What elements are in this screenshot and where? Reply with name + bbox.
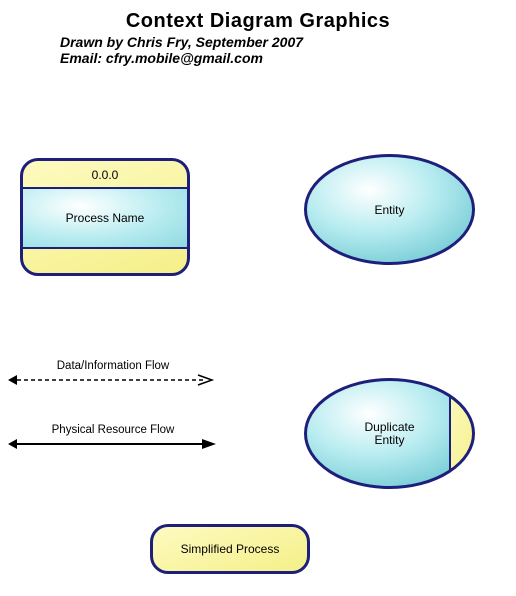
data-flow: Data/Information Flow xyxy=(8,360,218,387)
entity-shape: Entity xyxy=(302,152,477,267)
process-shape: 0.0.0 Process Name xyxy=(20,158,190,276)
entity-label: Entity xyxy=(374,203,404,217)
duplicate-entity-shape: Duplicate Entity xyxy=(302,376,477,491)
page-title: Context Diagram Graphics xyxy=(0,10,516,33)
physical-flow-arrow xyxy=(8,437,218,451)
duplicate-entity-label-2: Entity xyxy=(374,433,404,447)
duplicate-entity-label-1: Duplicate xyxy=(364,419,414,433)
duplicate-entity-label: Duplicate Entity xyxy=(364,420,414,446)
process-name: Process Name xyxy=(23,189,187,249)
page-subtitle: Drawn by Chris Fry, September 2007 Email… xyxy=(60,34,303,66)
data-flow-arrow xyxy=(8,373,218,387)
subtitle-line-2: Email: cfry.mobile@gmail.com xyxy=(60,50,263,66)
physical-flow-label: Physical Resource Flow xyxy=(8,424,218,436)
physical-flow: Physical Resource Flow xyxy=(8,424,218,451)
simplified-process-shape: Simplified Process xyxy=(150,524,310,574)
data-flow-label: Data/Information Flow xyxy=(8,360,218,372)
subtitle-line-1: Drawn by Chris Fry, September 2007 xyxy=(60,34,303,50)
process-number: 0.0.0 xyxy=(23,161,187,189)
simplified-process-label: Simplified Process xyxy=(181,542,280,556)
